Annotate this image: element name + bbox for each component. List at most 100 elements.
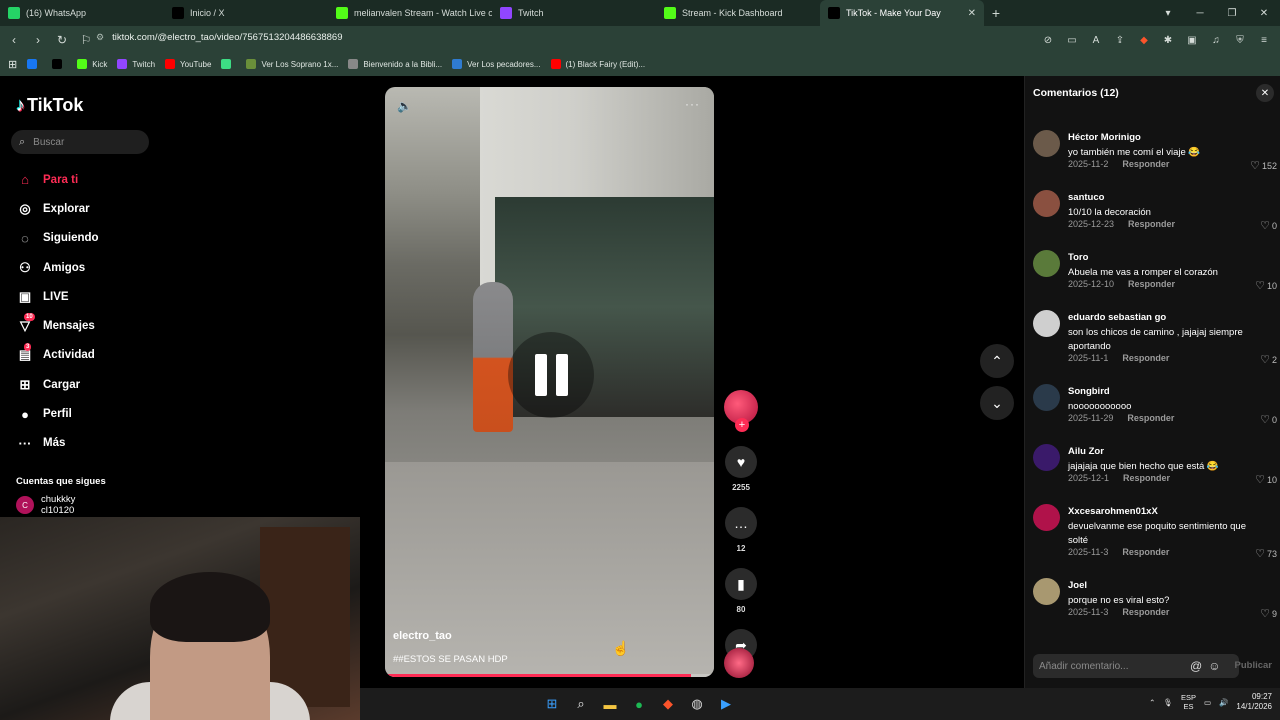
sidebar-item-compass[interactable]: ◎ Explorar (16, 194, 99, 223)
sidebar-item-messages[interactable]: ▽ 10 Mensajes (16, 311, 99, 340)
music-icon[interactable]: ♫ (1206, 30, 1226, 50)
reader-mode-icon[interactable]: ▭ (1062, 30, 1082, 50)
more-options-icon[interactable]: ··· (685, 97, 700, 111)
comment-like[interactable]: ♡ 9 (1260, 607, 1277, 620)
author-avatar[interactable]: + (724, 390, 758, 432)
bookmark-item[interactable]: Ver Los Soprano 1x... (246, 59, 338, 69)
comment-username[interactable]: santuco (1068, 192, 1104, 203)
avatar[interactable] (1033, 578, 1060, 605)
avatar[interactable] (1033, 310, 1060, 337)
comment-action[interactable]: … 12 (722, 507, 760, 553)
close-tab-icon[interactable]: ✕ (968, 8, 976, 19)
publish-button[interactable]: Publicar (1235, 660, 1273, 671)
browser-tab[interactable]: (16) WhatsApp (0, 0, 164, 26)
reply-button[interactable]: Responder (1122, 607, 1169, 617)
sidebar-item-activity[interactable]: ▤ 3 Actividad (16, 341, 99, 370)
bookmark-item[interactable] (52, 59, 67, 69)
comment-username[interactable]: Songbird (1068, 386, 1110, 397)
avatar[interactable] (1033, 250, 1060, 277)
sidebar-item-more[interactable]: ··· Más (16, 429, 99, 458)
sidebar-item-upload[interactable]: ⊞ Cargar (16, 370, 99, 399)
bookmark-item[interactable]: Bienvenido a la Bibli... (348, 59, 442, 69)
bookmark-save-icon[interactable]: ▮ (725, 568, 757, 600)
clock[interactable]: 09:27 14/1/2026 (1236, 692, 1272, 712)
reply-button[interactable]: Responder (1122, 547, 1169, 557)
tab-search-icon[interactable]: ▾ (1152, 0, 1184, 26)
sidebar-item-following[interactable]: ◌ Siguiendo (16, 224, 98, 253)
no-tracking-icon[interactable]: ⊘ (1038, 30, 1058, 50)
restore-icon[interactable]: ❐ (1216, 0, 1248, 26)
bookmark-icon[interactable]: ⚐ (76, 30, 96, 50)
browser-tab[interactable]: Inicio / X (164, 0, 328, 26)
heart-icon[interactable]: ♥ (725, 446, 757, 478)
pause-button[interactable] (508, 332, 594, 418)
comment-like[interactable]: ♡ 0 (1260, 219, 1277, 232)
video-player[interactable]: 🔈 ··· electro_tao ##ESTOS SE PASAN HDP (385, 87, 714, 677)
language-indicator[interactable]: ESP ES (1181, 693, 1196, 711)
sidebar-item-home[interactable]: ⌂ Para ti (16, 165, 99, 194)
previous-video-button[interactable]: ⌃ (980, 344, 1014, 378)
reply-button[interactable]: Responder (1128, 219, 1175, 229)
next-video-button[interactable]: ⌄ (980, 386, 1014, 420)
comment-input-box[interactable]: @ ☺ (1033, 654, 1239, 678)
tiktok-logo[interactable]: ♪ TikTok (16, 95, 83, 116)
bookmark-item[interactable]: Ver Los pecadores... (452, 59, 541, 69)
browser-tab[interactable]: Stream - Kick Dashboard (656, 0, 820, 26)
sidebar-item-friends[interactable]: ⚇ Amigos (16, 253, 99, 282)
like-action[interactable]: ♥ 2255 (722, 446, 760, 492)
avatar[interactable] (1033, 504, 1060, 531)
bookmark-item[interactable]: YouTube (165, 59, 211, 69)
comment-input[interactable] (1039, 660, 1184, 672)
avatar[interactable] (1033, 384, 1060, 411)
comments-list[interactable]: Héctor Morinigo yo también me comí el vi… (1025, 128, 1280, 638)
reload-icon[interactable]: ↻ (52, 30, 72, 50)
menu-icon[interactable]: ≡ (1254, 30, 1274, 50)
comment-username[interactable]: Ailu Zor (1068, 446, 1104, 457)
volume-icon[interactable]: 🔊 (1219, 698, 1228, 707)
comment-username[interactable]: Héctor Morinigo (1068, 132, 1141, 143)
comment-like[interactable]: ♡ 10 (1255, 279, 1277, 292)
comment-username[interactable]: Toro (1068, 252, 1088, 263)
video-author[interactable]: electro_tao (393, 630, 452, 642)
site-settings-icon[interactable]: ⚙ (96, 32, 104, 43)
reply-button[interactable]: Responder (1122, 353, 1169, 363)
close-window-icon[interactable]: ✕ (1248, 0, 1280, 26)
windows-start-icon[interactable]: ⊞ (540, 692, 564, 716)
sidebar-item-profile[interactable]: ● Perfil (16, 399, 99, 428)
reply-button[interactable]: Responder (1128, 279, 1175, 289)
comment-like[interactable]: ♡ 2 (1260, 353, 1277, 366)
taskbar-search-icon[interactable]: ⌕ (569, 692, 593, 716)
avatar[interactable] (1033, 190, 1060, 217)
browser-tab[interactable]: TikTok - Make Your Day ✕ (820, 0, 984, 26)
apps-grid-icon[interactable]: ⊞ (8, 58, 17, 71)
search-box[interactable]: ⌕ (11, 130, 149, 154)
brave-browser-icon[interactable]: ◆ (656, 692, 680, 716)
reply-button[interactable]: Responder (1127, 413, 1174, 423)
reply-button[interactable]: Responder (1123, 473, 1170, 483)
app-icon[interactable]: ◍ (685, 692, 709, 716)
avatar[interactable] (1033, 444, 1060, 471)
following-account[interactable]: C chukkky cl10120 (16, 494, 75, 516)
vpn-icon[interactable]: ⛨ (1230, 30, 1250, 50)
back-icon[interactable]: ‹ (4, 30, 24, 50)
new-tab-icon[interactable]: + (984, 5, 1008, 21)
spotify-icon[interactable]: ● (627, 692, 651, 716)
search-input[interactable] (33, 136, 134, 148)
tray-chevron-icon[interactable]: ⌃ (1149, 698, 1155, 707)
minimize-icon[interactable]: ─ (1184, 0, 1216, 26)
translate-icon[interactable]: A (1086, 30, 1106, 50)
music-disc-icon[interactable] (724, 648, 754, 678)
video-app-icon[interactable]: ▶ (714, 692, 738, 716)
microphone-icon[interactable]: 🎙 (1163, 698, 1173, 707)
browser-tab[interactable]: Twitch (492, 0, 656, 26)
sidebar-item-live[interactable]: ▣ LIVE (16, 282, 99, 311)
share-icon[interactable]: ⇪ (1110, 30, 1130, 50)
avatar[interactable] (1033, 130, 1060, 157)
emoji-icon[interactable]: ☺ (1208, 659, 1220, 673)
bookmark-item[interactable]: (1) Black Fairy (Edit)... (550, 59, 645, 69)
follow-plus-icon[interactable]: + (735, 418, 749, 432)
browser-tab[interactable]: melianvalen Stream - Watch Live on (328, 0, 492, 26)
comment-like[interactable]: ♡ 73 (1255, 547, 1277, 560)
mute-icon[interactable]: 🔈 (397, 99, 412, 113)
comment-like[interactable]: ♡ 10 (1255, 473, 1277, 486)
